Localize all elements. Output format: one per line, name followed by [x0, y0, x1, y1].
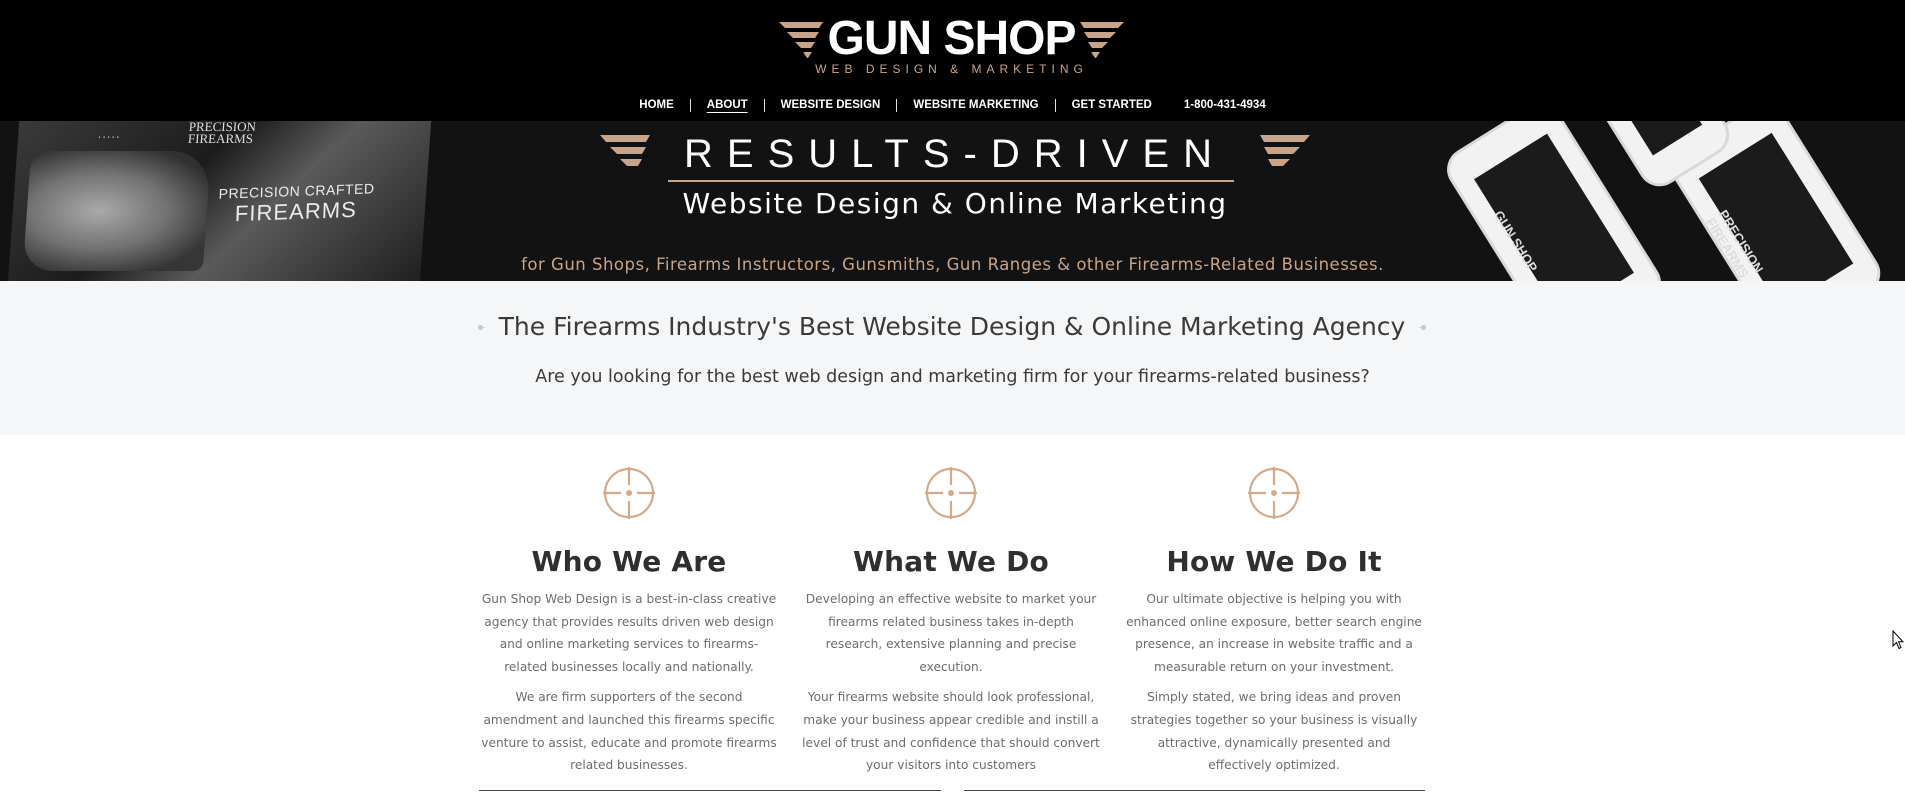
hero-banner: • • • • • PRECISION FIREARMS PRECISION C…	[0, 121, 1905, 281]
nav-phone-link[interactable]: 1-800-431-4934	[1168, 96, 1282, 114]
section-divider	[479, 790, 941, 791]
mockup-logo: PRECISION FIREARMS	[187, 121, 257, 146]
banner-title-block: RESULTS-DRIVEN	[600, 129, 1310, 179]
intro-subtitle: Are you looking for the best web design …	[535, 367, 1370, 387]
crosshair-icon	[1248, 467, 1300, 519]
nav-get-started[interactable]: GET STARTED	[1056, 96, 1168, 114]
logo-title: GUN SHOP	[827, 12, 1076, 65]
nav-home[interactable]: HOME	[623, 96, 690, 114]
mockup-menu: • • • • •	[97, 135, 120, 141]
intro-title: The Firearms Industry's Best Website Des…	[478, 307, 1426, 347]
intro-title-block: The Firearms Industry's Best Website Des…	[478, 307, 1426, 347]
column-title: Who We Are	[531, 545, 727, 578]
column-text: Developing an effective website to marke…	[802, 592, 1100, 773]
nav-website-design[interactable]: WEBSITE DESIGN	[765, 96, 897, 114]
column-text: Our ultimate objective is helping you wi…	[1126, 592, 1422, 773]
column-who-we-are: Who We Are Gun Shop Web Design is a best…	[479, 465, 779, 777]
crosshair-icon	[925, 467, 977, 519]
desktop-mockup-image: • • • • • PRECISION FIREARMS PRECISION C…	[8, 121, 432, 281]
column-title: How We Do It	[1166, 545, 1382, 578]
logo-subtitle: WEB DESIGN & MARKETING	[815, 62, 1088, 76]
column-text: Gun Shop Web Design is a best-in-class c…	[481, 592, 777, 773]
banner-divider	[668, 180, 1234, 182]
nav-about[interactable]: ABOUT	[691, 96, 764, 114]
main-nav: HOME ABOUT WEBSITE DESIGN WEBSITE MARKET…	[0, 96, 1905, 114]
column-how-we-do-it: How We Do It Our ultimate objective is h…	[1124, 465, 1424, 777]
column-title: What We Do	[853, 545, 1049, 578]
nav-website-marketing[interactable]: WEBSITE MARKETING	[897, 96, 1054, 114]
crosshair-icon	[603, 467, 655, 519]
banner-subtitle: Website Design & Online Marketing	[682, 187, 1228, 220]
firearm-part-image	[22, 151, 212, 271]
section-divider	[964, 790, 1425, 791]
mockup-headline: PRECISION CRAFTED FIREARMS	[218, 180, 375, 227]
column-what-we-do: What We Do Developing an effective websi…	[801, 465, 1101, 777]
site-header: GUN SHOP WEB DESIGN & MARKETING HOME ABO…	[0, 0, 1905, 121]
site-logo[interactable]: GUN SHOP WEB DESIGN & MARKETING	[779, 12, 1124, 76]
banner-tagline: for Gun Shops, Firearms Instructors, Gun…	[521, 255, 1384, 274]
banner-title: RESULTS-DRIVEN	[684, 132, 1226, 176]
mouse-cursor-icon	[1892, 630, 1904, 650]
intro-section: The Firearms Industry's Best Website Des…	[0, 281, 1905, 435]
